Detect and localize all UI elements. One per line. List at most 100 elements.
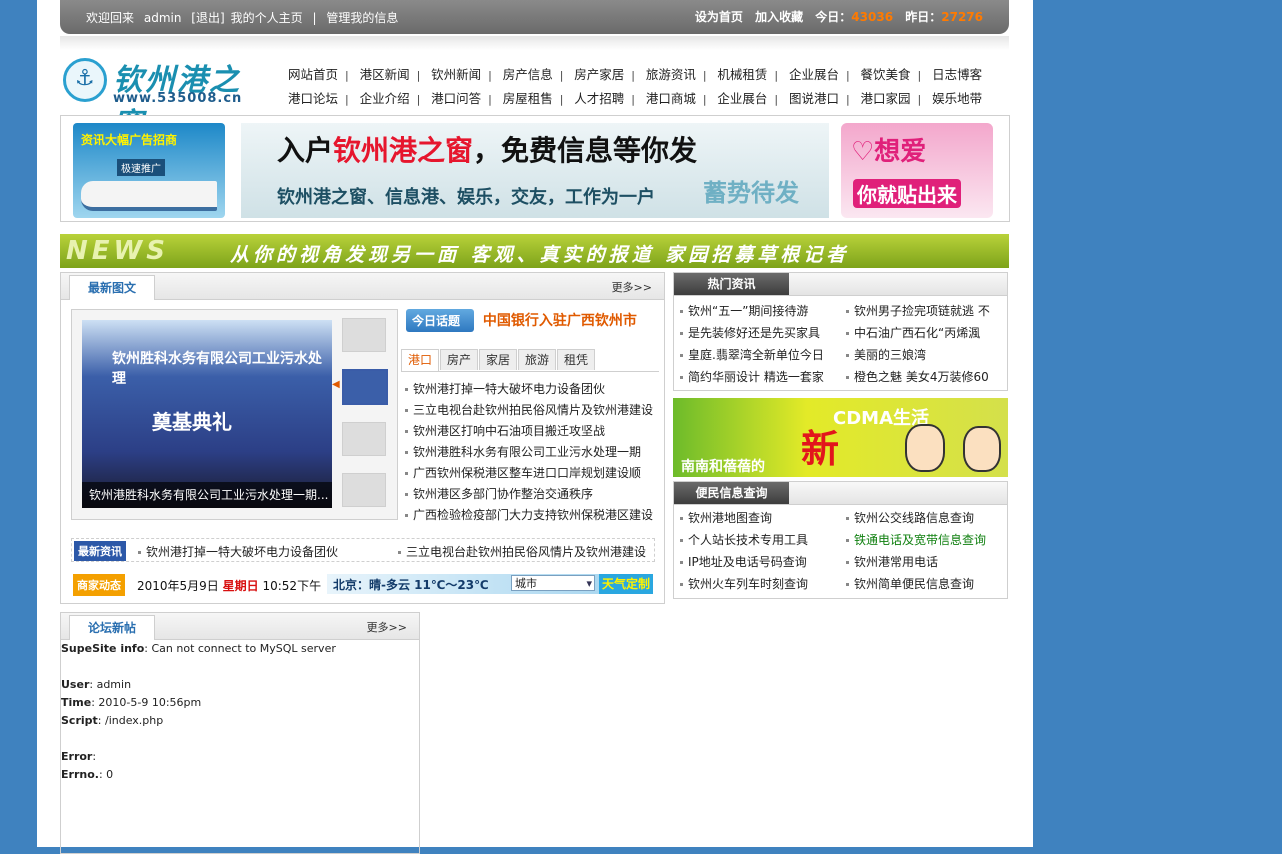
ticker-item[interactable]: 钦州港打掉一特大破坏电力设备团伙 [138,543,338,560]
my-home-link[interactable]: 我的个人主页 [231,11,303,25]
ticker-item[interactable]: 三立电视台赴钦州拍民俗风情片及钦州港建设 [398,543,646,560]
separator: | [559,93,564,106]
manage-info-link[interactable]: 管理我的信息 [326,11,398,25]
nav-item[interactable]: 人才招聘 [574,91,624,106]
list-item[interactable]: 广西检验检疫部门大力支持钦州保税港区建设 [405,505,653,526]
nav-item[interactable]: 网站首页 [288,67,338,82]
list-item[interactable]: 橙色之魅 美女4万装修60 [846,368,996,385]
nav-item[interactable]: 旅游资讯 [646,67,696,82]
list-item[interactable]: 钦州港区打响中石油项目搬迁攻坚战 [405,421,653,442]
ad-title: 资讯大幅广告招商 [81,133,178,147]
nav-item[interactable]: 娱乐地带 [932,91,982,106]
set-home-link[interactable]: 设为首页 [695,10,743,24]
thumbnail[interactable] [342,318,386,352]
news-slogan: 从你的视角发现另一面 客观、真实的报道 家园招募草根记者 [230,244,850,266]
list-item[interactable]: 简约华丽设计 精选一套家 [680,368,830,385]
list-item[interactable]: 美丽的三娘湾 [846,346,996,363]
nav-item[interactable]: 机械租赁 [717,67,767,82]
more-link[interactable]: 更多>> [612,279,652,295]
ad-heading: ♡想爱 [851,137,927,167]
image-ceremony-text: 奠基典礼 [152,410,232,434]
list-item[interactable]: 钦州港常用电话 [846,553,996,570]
news-strip-banner: NEWS 从你的视角发现另一面 客观、真实的报道 家园招募草根记者 [60,234,1009,268]
error-line: User: admin [61,678,132,691]
list-item[interactable]: IP地址及电话号码查询 [680,553,830,570]
nav-item[interactable]: 港区新闻 [360,67,410,82]
thumbnail[interactable] [342,369,388,405]
yesterday-label: 昨日： [905,10,942,24]
list-item[interactable]: 铁通电话及宽带信息查询 [846,531,996,548]
arrow-left-icon: ◀ [332,379,340,390]
list-item[interactable]: 钦州火车列车时刻查询 [680,575,830,592]
list-item[interactable]: 广西钦州保税港区整车进口口岸规划建设顺 [405,463,653,484]
tab-realestate[interactable]: 房产 [440,349,478,370]
hot-news-tab[interactable]: 热门资讯 [674,273,789,295]
tab-latest-picnews[interactable]: 最新图文 [69,275,155,300]
bullet-icon [680,517,683,520]
bullet-icon [846,332,849,335]
cdma-ad-banner[interactable]: 南南和蓓蓓的 新 CDMA生活 [673,398,1008,477]
category-tabs: 港口 房产 家居 旅游 租凭 [401,349,659,372]
list-item[interactable]: 钦州“五一”期间接待游 [680,302,830,319]
service-tab[interactable]: 便民信息查询 [674,482,789,504]
nav-item[interactable]: 企业展台 [789,67,839,82]
tab-rental[interactable]: 租凭 [557,349,595,370]
nav-item[interactable]: 港口论坛 [288,91,338,106]
bullet-icon [405,430,408,433]
nav-item[interactable]: 港口问答 [431,91,481,106]
separator: | [631,69,635,82]
city-select[interactable]: 城市 [511,575,595,592]
add-favorite-link[interactable]: 加入收藏 [755,10,803,24]
nav-item[interactable]: 房产家居 [574,67,624,82]
list-item[interactable]: 钦州公交线路信息查询 [846,509,996,526]
separator: | [845,93,850,106]
list-item[interactable]: 皇庭.翡翠湾全新单位今日 [680,346,830,363]
ad-recruit-banner[interactable]: 资讯大幅广告招商 极速推广 [73,123,225,218]
list-item[interactable]: 钦州港区多部门协作整治交通秩序 [405,484,653,505]
tab-home[interactable]: 家居 [479,349,517,370]
nav-item[interactable]: 房屋租售 [503,91,553,106]
nav-item[interactable]: 餐饮美食 [861,67,911,82]
tab-port[interactable]: 港口 [401,349,439,371]
tab-forum-posts[interactable]: 论坛新帖 [69,615,155,640]
list-item[interactable]: 个人站长技术专用工具 [680,531,830,548]
list-item[interactable]: 钦州港打掉一特大破坏电力设备团伙 [405,379,653,400]
logout-link[interactable]: [退出] [191,11,224,25]
today-count: 43036 [851,10,894,24]
separator: | [702,69,707,82]
bullet-icon [846,354,849,357]
nav-item[interactable]: 图说港口 [789,91,839,106]
slideshow-caption[interactable]: 钦州港胜科水务有限公司工业污水处理一期... [82,482,332,508]
separator: | [559,69,564,82]
list-item[interactable]: 钦州简单便民信息查询 [846,575,996,592]
nav-item[interactable]: 房产信息 [503,67,553,82]
bullet-icon [680,561,683,564]
slideshow: 钦州胜科水务有限公司工业污水处理 奠基典礼 钦州港胜科水务有限公司工业污水处理一… [71,309,398,520]
list-item[interactable]: 中石油广西石化“丙烯渢 [846,324,996,341]
slideshow-main-image[interactable]: 钦州胜科水务有限公司工业污水处理 奠基典礼 钦州港胜科水务有限公司工业污水处理一… [82,320,332,508]
weather-custom-button[interactable]: 天气定制 [599,574,653,594]
nav-item[interactable]: 港口家园 [861,91,911,106]
list-item[interactable]: 钦州港胜科水务有限公司工业污水处理一期 [405,442,653,463]
nav-item[interactable]: 日志博客 [932,67,982,82]
list-item[interactable]: 是先装修好还是先买家具 [680,324,830,341]
service-grid: 钦州港地图查询 钦州公交线路信息查询 个人站长技术专用工具 铁通电话及宽带信息查… [674,505,1007,591]
nav-item[interactable]: 企业展台 [717,91,767,106]
site-logo[interactable]: 钦州港之窗 www.535008.cn [61,55,261,142]
bullet-icon [680,539,683,542]
list-item[interactable]: 三立电视台赴钦州拍民俗风情片及钦州港建设 [405,400,653,421]
tab-travel[interactable]: 旅游 [518,349,556,370]
topic-title[interactable]: 中国银行入驻广西钦州市 [483,313,637,329]
more-link[interactable]: 更多>> [367,619,407,635]
nav-item[interactable]: 钦州新闻 [431,67,481,82]
nav-item[interactable]: 企业介绍 [360,91,410,106]
yesterday-count: 27276 [941,10,983,24]
list-item[interactable]: 钦州男子捡完项链就逃 不 [846,302,996,319]
thumbnail[interactable] [342,473,386,507]
ad-love-banner[interactable]: ♡想爱 你就贴出来 [841,123,993,218]
list-item[interactable]: 钦州港地图查询 [680,509,830,526]
ad-main-banner[interactable]: 入户钦州港之窗，免费信息等你发 钦州港之窗、信息港、娱乐，交友，工作为一户 蓄势… [241,123,829,218]
bullet-icon [846,539,849,542]
nav-item[interactable]: 港口商城 [646,91,696,106]
thumbnail[interactable] [342,422,386,456]
